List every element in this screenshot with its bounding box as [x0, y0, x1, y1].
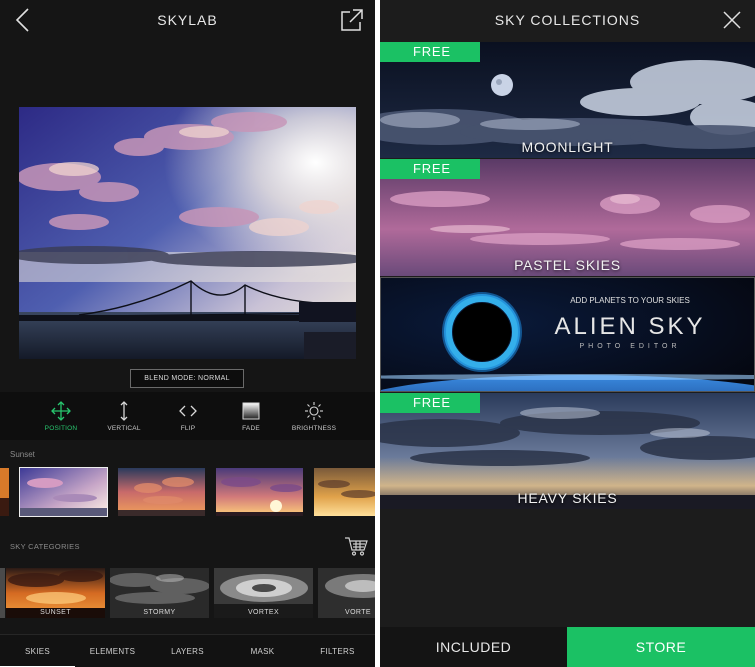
category-stormy[interactable]: STORMY [110, 568, 209, 618]
cart-icon[interactable] [344, 536, 368, 556]
sky-thumbnail[interactable] [216, 468, 303, 516]
store-button[interactable]: STORE [567, 627, 755, 667]
editor-header: SKYLAB [0, 0, 375, 42]
tab-layers[interactable]: LAYERS [150, 635, 225, 667]
category-label: VORTE [345, 609, 371, 616]
skylab-editor-panel: SKYLAB BLEND MODE: NORMAL POSITION VERTI… [0, 0, 375, 667]
app-title: SKYLAB [157, 12, 218, 28]
share-export-icon[interactable] [340, 8, 364, 32]
flip-chevrons-icon [179, 405, 197, 417]
sky-thumbnail[interactable] [314, 468, 375, 516]
alien-subtitle: PHOTO EDITOR [579, 343, 680, 350]
tab-filters[interactable]: FILTERS [300, 635, 375, 667]
alien-title: ALIEN SKY [554, 313, 705, 340]
collection-name: HEAVY SKIES [517, 490, 618, 506]
tool-position[interactable]: POSITION [31, 392, 91, 440]
tool-brightness[interactable]: BRIGHTNESS [284, 392, 344, 440]
category-label: VORTEX [247, 609, 280, 616]
fade-square-icon [242, 402, 260, 420]
free-badge: FREE [380, 42, 480, 62]
collection-name: MOONLIGHT [521, 139, 614, 155]
tool-flip[interactable]: FLIP [158, 392, 218, 440]
sky-set-label: Sunset [10, 450, 35, 459]
collection-heavy-skies[interactable]: FREE HEAVY SKIES [380, 393, 755, 509]
alien-tagline: ADD PLANETS TO YOUR SKIES [570, 296, 690, 305]
collection-name: PASTEL SKIES [514, 257, 621, 273]
category-sunset[interactable]: SUNSET [6, 568, 105, 618]
tool-fade[interactable]: FADE [221, 392, 281, 440]
collections-header: SKY COLLECTIONS [380, 0, 755, 42]
free-badge: FREE [380, 393, 480, 413]
bottom-tab-bar: SKIES ELEMENTS LAYERS MASK FILTERS [0, 634, 375, 667]
sky-thumbnail-selected[interactable] [19, 467, 108, 517]
adjust-toolbar: POSITION VERTICAL FLIP FADE BRIGHTNESS [0, 392, 375, 440]
collection-pastel-skies[interactable]: FREE PASTEL SKIES [380, 159, 755, 276]
category-vortex-partial[interactable]: VORTE [318, 568, 375, 618]
category-vortex[interactable]: VORTEX [214, 568, 313, 618]
tool-vertical-label: VERTICAL [107, 425, 141, 432]
blend-mode-button[interactable]: BLEND MODE: NORMAL [130, 369, 244, 388]
sky-collections-panel: SKY COLLECTIONS FREE MOONLIGHT FREE PAST… [380, 0, 755, 667]
tool-vertical[interactable]: VERTICAL [94, 392, 154, 440]
move-arrows-icon [51, 401, 71, 421]
category-edge [0, 568, 5, 618]
included-button[interactable]: INCLUDED [380, 627, 567, 667]
tab-elements[interactable]: ELEMENTS [75, 635, 150, 667]
vertical-arrow-icon [120, 401, 128, 421]
sun-icon [305, 402, 323, 420]
sky-thumbnail[interactable] [118, 468, 205, 516]
tool-brightness-label: BRIGHTNESS [291, 425, 337, 432]
category-label: SUNSET [40, 609, 71, 616]
collection-alien-sky[interactable]: ADD PLANETS TO YOUR SKIES ALIEN SKY PHOTO … [380, 277, 755, 392]
tab-skies[interactable]: SKIES [0, 635, 75, 667]
tool-position-label: POSITION [44, 425, 78, 432]
close-icon[interactable] [722, 10, 742, 30]
free-badge: FREE [380, 159, 480, 179]
tool-flip-label: FLIP [180, 425, 196, 432]
sky-preview-image[interactable] [19, 107, 356, 359]
tab-mask[interactable]: MASK [225, 635, 300, 667]
sky-categories-label: SKY CATEGORIES [10, 542, 80, 551]
sky-thumbnail[interactable] [0, 468, 9, 516]
tool-fade-label: FADE [242, 425, 260, 432]
collections-title: SKY COLLECTIONS [494, 12, 641, 28]
collection-moonlight[interactable]: FREE MOONLIGHT [380, 42, 755, 158]
category-label: STORMY [143, 609, 176, 616]
